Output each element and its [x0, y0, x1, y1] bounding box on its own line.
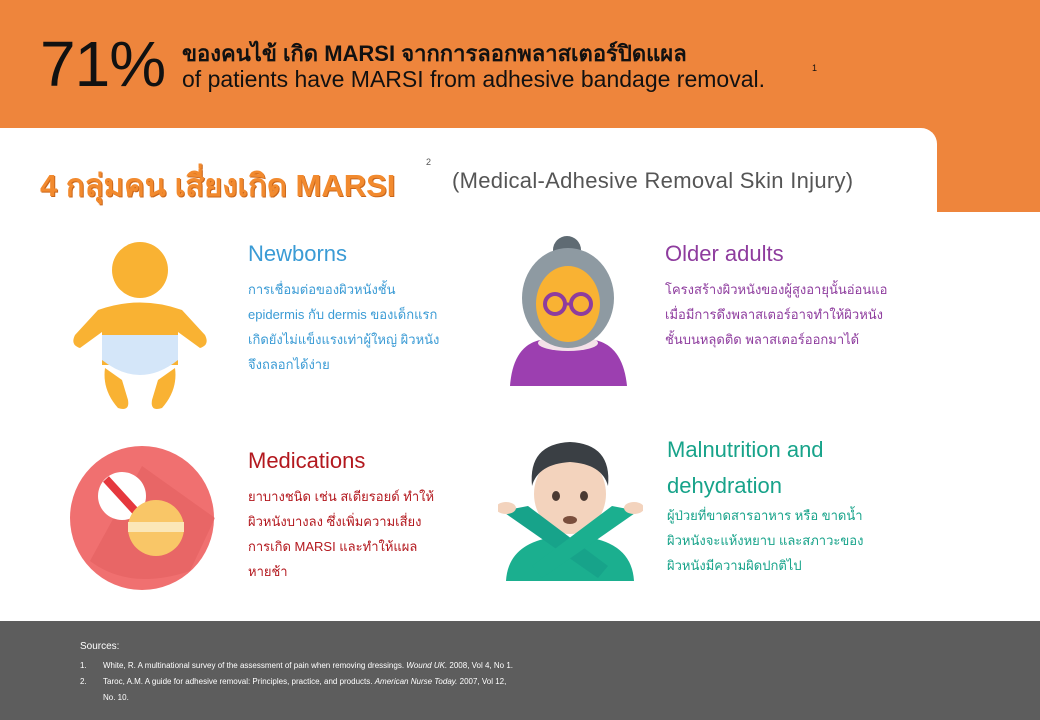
desc-line: เกิดยังไม่แข็งแรงเท่าผู้ใหญ่ ผิวหนัง — [248, 332, 440, 347]
title-line: dehydration — [667, 473, 782, 498]
footnote-ref-2: 2 — [426, 157, 432, 167]
section-subtitle: (Medical-Adhesive Removal Skin Injury) — [452, 168, 854, 193]
elderly-woman-icon — [510, 236, 627, 386]
source-number: 1. — [80, 661, 87, 670]
sources-footer: Sources: 1. White, R. A multinational su… — [0, 621, 1040, 720]
source-citation-1: White, R. A multinational survey of the … — [103, 661, 513, 670]
desc-line: ผิวหนังบางลง ซึ่งเพิ่มความเสี่ยง — [248, 514, 422, 529]
citation-rest: 2008, Vol 4, No 1. — [447, 661, 513, 670]
person-gesturing-no-icon — [498, 442, 643, 581]
group-title-malnutrition: Malnutrition and dehydration — [667, 432, 824, 504]
desc-line: epidermis กับ dermis ของเด็กแรก — [248, 307, 438, 322]
citation-journal: American Nurse Today. — [374, 677, 458, 686]
desc-line: โครงสร้างผิวหนังของผู้สูงอายุนั้นอ่อนแอ — [665, 282, 888, 297]
desc-line: ชั้นบนหลุดติด พลาสเตอร์ออกมาได้ — [665, 332, 860, 347]
group-desc-newborns: การเชื่อมต่อของผิวหนังชั้น epidermis กับ… — [248, 277, 463, 377]
desc-line: ผิวหนังมีความผิดปกติไป — [667, 558, 802, 573]
group-title-older-adults: Older adults — [665, 241, 784, 266]
source-citation-2-cont: No. 10. — [103, 693, 129, 702]
desc-line: ผู้ป่วยที่ขาดสารอาหาร หรือ ขาดน้ำ — [667, 508, 863, 523]
desc-line: การเกิด MARSI และทำให้แผล — [248, 539, 418, 554]
title-line: Malnutrition and — [667, 437, 824, 462]
headline-english: of patients have MARSI from adhesive ban… — [182, 66, 765, 92]
sources-title: Sources: — [80, 641, 120, 652]
pills-icon — [70, 446, 215, 590]
desc-line: จึงถลอกได้ง่าย — [248, 357, 330, 372]
group-desc-medications: ยาบางชนิด เช่น สเตียรอยด์ ทำให้ ผิวหนังบ… — [248, 484, 463, 584]
footnote-ref-1: 1 — [812, 63, 818, 73]
source-number: 2. — [80, 677, 87, 686]
desc-line: ผิวหนังจะแห้งหยาบ และสภาวะของ — [667, 533, 864, 548]
desc-line: หายช้า — [248, 564, 288, 579]
citation-rest: 2007, Vol 12, — [457, 677, 507, 686]
citation-text: Taroc, A.M. A guide for adhesive removal… — [103, 677, 375, 686]
group-title-newborns: Newborns — [248, 241, 348, 266]
desc-line: ยาบางชนิด เช่น สเตียรอยด์ ทำให้ — [248, 489, 435, 504]
group-desc-malnutrition: ผู้ป่วยที่ขาดสารอาหาร หรือ ขาดน้ำ ผิวหนั… — [667, 503, 907, 578]
group-title-medications: Medications — [248, 448, 366, 473]
citation-text: White, R. A multinational survey of the … — [103, 661, 407, 670]
section-title: 4 กลุ่มคน เสี่ยงเกิด MARSI — [40, 168, 396, 203]
source-citation-2: Taroc, A.M. A guide for adhesive removal… — [103, 677, 506, 686]
stat-percentage: 71% — [40, 28, 166, 100]
group-desc-older-adults: โครงสร้างผิวหนังของผู้สูงอายุนั้นอ่อนแอ … — [665, 277, 905, 352]
baby-icon — [73, 242, 207, 409]
desc-line: การเชื่อมต่อของผิวหนังชั้น — [248, 282, 396, 297]
citation-journal: Wound UK. — [406, 661, 448, 670]
desc-line: เมื่อมีการดึงพลาสเตอร์อาจทำให้ผิวหนัง — [665, 307, 884, 322]
